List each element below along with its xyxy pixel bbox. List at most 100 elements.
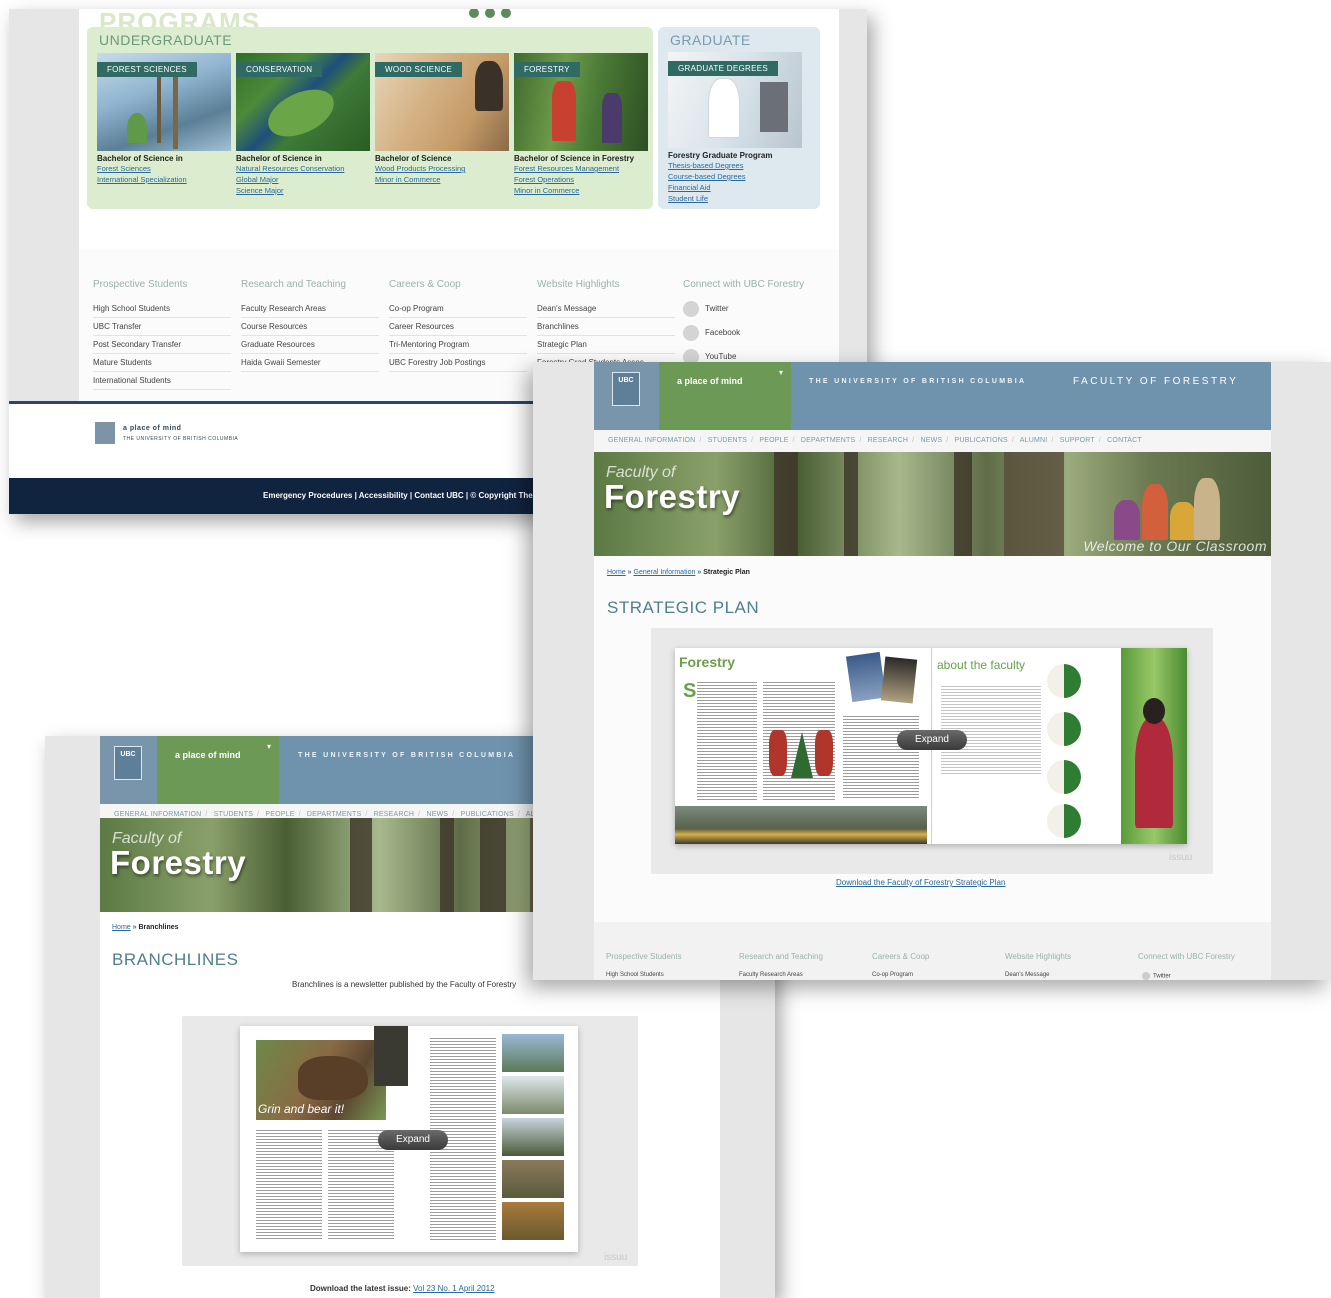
program-link[interactable]: Global Major xyxy=(236,174,370,185)
nav-item[interactable]: GENERAL INFORMATION xyxy=(608,437,695,444)
footer-link[interactable]: International Students xyxy=(93,372,231,390)
graduate-heading: GRADUATE xyxy=(670,32,751,48)
nav-item[interactable]: CONTACT xyxy=(1107,437,1142,444)
banner-tagline: Welcome to Our Classroom xyxy=(1083,538,1267,554)
nav-item[interactable]: RESEARCH xyxy=(868,437,909,444)
report-cover xyxy=(845,651,887,703)
footer-heading: Prospective Students xyxy=(93,279,188,290)
footer-link[interactable]: Haida Gwaii Semester xyxy=(241,354,379,372)
program-link[interactable]: Course-based Degrees xyxy=(668,171,802,182)
footer-link[interactable]: UBC Transfer xyxy=(93,318,231,336)
nav-item[interactable]: RESEARCH xyxy=(374,811,415,818)
article-headline: Grin and bear it! xyxy=(258,1102,345,1116)
footer-column-highlights: Website Highlights Dean's Message Branch… xyxy=(537,279,675,372)
nav-item[interactable]: NEWS xyxy=(920,437,942,444)
ubc-bottom-links[interactable]: Emergency Procedures | Accessibility | C… xyxy=(263,491,541,500)
footer-column-careers: Careers & Coop Co-op Program Career Reso… xyxy=(389,279,527,372)
footer-link[interactable]: Mature Students xyxy=(93,354,231,372)
nav-item[interactable]: SUPPORT xyxy=(1060,437,1095,444)
latest-issue-link[interactable]: Vol 23 No. 1 April 2012 xyxy=(413,1284,494,1293)
nav-item[interactable]: PEOPLE xyxy=(265,811,294,818)
nav-item[interactable]: NEWS xyxy=(426,811,448,818)
program-title: Bachelor of Science xyxy=(375,154,452,163)
expand-button[interactable]: Expand xyxy=(897,730,967,750)
footer-link[interactable]: Career Resources xyxy=(389,318,527,336)
footer-link[interactable]: Dean's Message xyxy=(537,300,675,318)
program-title: Bachelor of Science in xyxy=(236,154,322,163)
nav-item[interactable]: PEOPLE xyxy=(759,437,788,444)
program-card-forestry[interactable]: FORESTRY Bachelor of Science in Forestry… xyxy=(514,53,648,196)
footer-link[interactable]: High School Students xyxy=(606,972,664,978)
footer-heading: Research and Teaching xyxy=(739,952,823,961)
program-tag: CONSERVATION xyxy=(236,62,323,77)
program-card-wood-science[interactable]: WOOD SCIENCE Bachelor of Science Wood Pr… xyxy=(375,53,509,185)
program-link[interactable]: Forest Sciences xyxy=(97,163,231,174)
program-link[interactable]: Minor in Commerce xyxy=(375,174,509,185)
twitter-link[interactable]: Twitter xyxy=(683,300,833,324)
program-link[interactable]: Natural Resources Conservation xyxy=(236,163,370,174)
footer-link[interactable]: Tri-Mentoring Program xyxy=(389,336,527,354)
footer-link[interactable]: Dean's Message xyxy=(1005,972,1050,978)
footer-link[interactable]: Faculty Research Areas xyxy=(241,300,379,318)
footer-heading: Connect with UBC Forestry xyxy=(683,279,805,290)
nav-item[interactable]: DEPARTMENTS xyxy=(307,811,361,818)
footer-link[interactable]: High School Students xyxy=(93,300,231,318)
footer-link[interactable]: Co-op Program xyxy=(389,300,527,318)
breadcrumb-section[interactable]: General Information xyxy=(634,569,696,576)
program-tag: FOREST SCIENCES xyxy=(97,62,197,77)
program-card-graduate[interactable]: GRADUATE DEGREES Forestry Graduate Progr… xyxy=(668,52,802,204)
social-label: YouTube xyxy=(705,352,737,361)
program-link[interactable]: Wood Products Processing xyxy=(375,163,509,174)
nav-item[interactable]: STUDENTS xyxy=(214,811,253,818)
download-strategic-plan-link[interactable]: Download the Faculty of Forestry Strateg… xyxy=(836,878,1005,887)
nav-item[interactable]: PUBLICATIONS xyxy=(955,437,1008,444)
place-of-mind-label: a place of mind xyxy=(175,750,241,760)
expand-button[interactable]: Expand xyxy=(378,1130,448,1150)
program-card-conservation[interactable]: CONSERVATION Bachelor of Science in Natu… xyxy=(236,53,370,196)
program-link[interactable]: International Specialization xyxy=(97,174,231,185)
twitter-link[interactable]: Twitter xyxy=(1142,972,1171,980)
program-link[interactable]: Forest Operations xyxy=(514,174,648,185)
program-link[interactable]: Thesis-based Degrees xyxy=(668,160,802,171)
program-link[interactable]: Science Major xyxy=(236,185,370,196)
forestry-image: FORESTRY xyxy=(514,53,648,151)
place-of-mind-tab[interactable]: a place of mind ▾ xyxy=(157,736,279,804)
facebook-link[interactable]: Facebook xyxy=(683,324,833,348)
ubc-crest[interactable]: UBC xyxy=(100,736,157,804)
nav-item[interactable]: GENERAL INFORMATION xyxy=(114,811,201,818)
nav-item[interactable]: STUDENTS xyxy=(708,437,747,444)
ubc-crest[interactable]: UBC xyxy=(594,362,659,430)
first-nations-art xyxy=(767,724,837,794)
chevron-down-icon: ▾ xyxy=(266,742,271,751)
issuu-viewer[interactable]: Grin and bear it! Expand issuu xyxy=(182,1016,638,1266)
university-name: THE UNIVERSITY OF BRITISH COLUMBIA xyxy=(298,752,516,759)
nav-item[interactable]: ALUMNI xyxy=(1020,437,1048,444)
place-of-mind-tab[interactable]: a place of mind ▾ xyxy=(659,362,791,430)
nav-item[interactable]: DEPARTMENTS xyxy=(801,437,855,444)
footer-link[interactable]: Strategic Plan xyxy=(537,336,675,354)
program-title: Bachelor of Science in xyxy=(97,154,183,163)
faculty-name: FACULTY OF FORESTRY xyxy=(1073,376,1239,387)
footer-link[interactable]: Graduate Resources xyxy=(241,336,379,354)
wood-science-image: WOOD SCIENCE xyxy=(375,53,509,151)
footer-link[interactable]: UBC Forestry Job Postings xyxy=(389,354,527,372)
chevron-down-icon: ▾ xyxy=(778,368,783,377)
slider-dots[interactable] xyxy=(469,9,529,18)
footer-link[interactable]: Branchlines xyxy=(537,318,675,336)
program-link[interactable]: Student Life xyxy=(668,193,802,204)
footer-column-prospective: Prospective Students High School Student… xyxy=(93,279,231,390)
program-link[interactable]: Minor in Commerce xyxy=(514,185,648,196)
issuu-viewer[interactable]: Forestry S about the faculty Expand issu… xyxy=(651,628,1213,874)
footer-link[interactable]: Course Resources xyxy=(241,318,379,336)
breadcrumb-separator: » xyxy=(132,924,137,931)
footer-heading: Website Highlights xyxy=(537,279,620,290)
breadcrumb-home[interactable]: Home xyxy=(112,924,131,931)
footer-link[interactable]: Co-op Program xyxy=(872,972,913,978)
footer-link[interactable]: Post Secondary Transfer xyxy=(93,336,231,354)
breadcrumb-home[interactable]: Home xyxy=(607,569,626,576)
footer-link[interactable]: Faculty Research Areas xyxy=(739,972,803,978)
program-link[interactable]: Financial Aid xyxy=(668,182,802,193)
program-link[interactable]: Forest Resources Management xyxy=(514,163,648,174)
program-card-forest-sciences[interactable]: FOREST SCIENCES Bachelor of Science in F… xyxy=(97,53,231,185)
nav-item[interactable]: PUBLICATIONS xyxy=(461,811,514,818)
